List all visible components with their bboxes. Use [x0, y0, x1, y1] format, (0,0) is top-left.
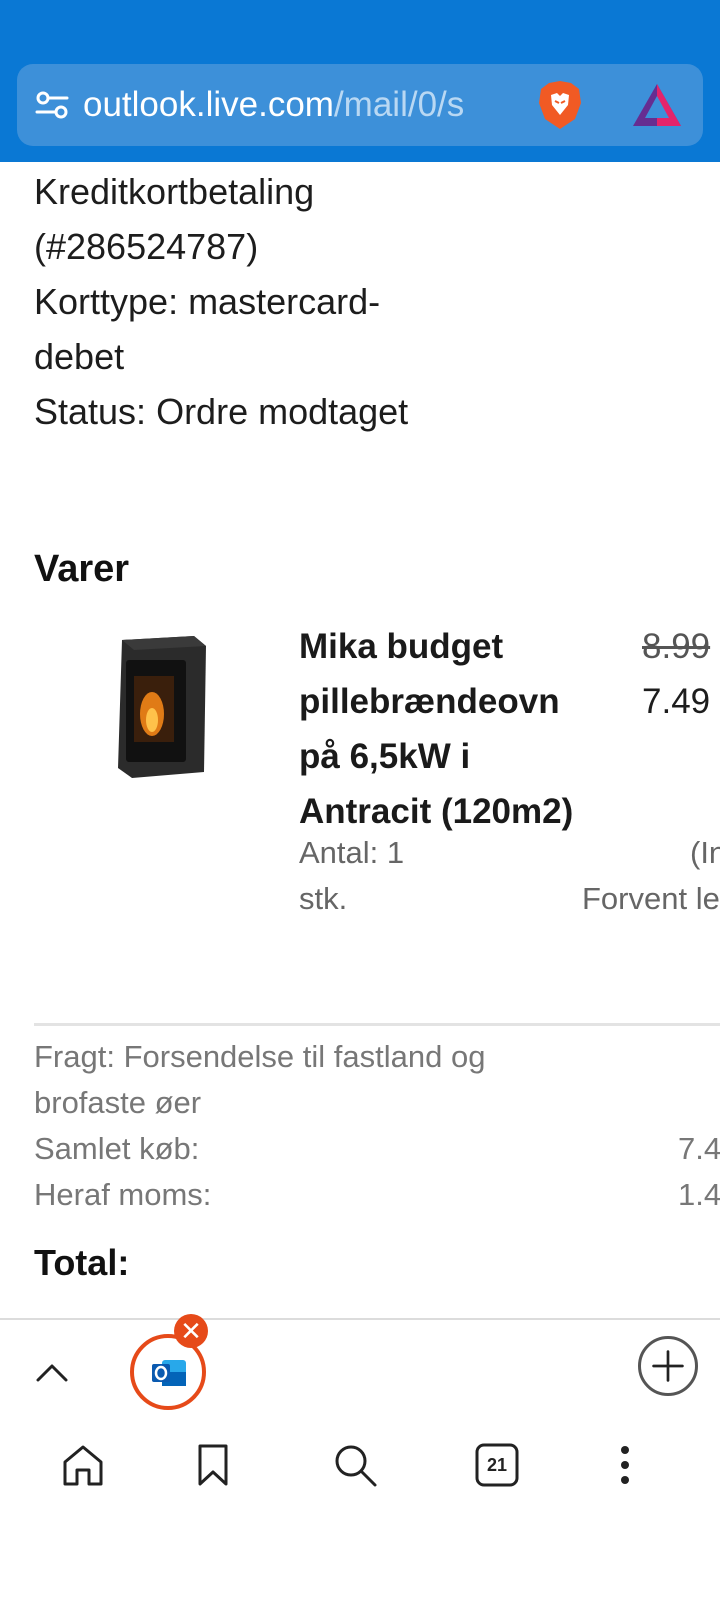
shipping-line: brofaste øer: [34, 1085, 202, 1120]
quantity-line: stk.: [299, 881, 348, 916]
browser-bottom-bar: ✕ 21: [0, 1314, 720, 1602]
product-name-line: på 6,5kW i: [299, 737, 471, 776]
payment-reference: (#286524787): [34, 226, 259, 267]
address-bar[interactable]: outlook.live.com/mail/0/s: [17, 64, 703, 146]
product-name[interactable]: Mika budget pillebrændeovn på 6,5kW i An…: [299, 619, 629, 839]
payment-method: Kreditkortbetaling: [34, 171, 315, 212]
quantity: Antal: 1 stk.: [299, 830, 449, 922]
more-icon[interactable]: [602, 1442, 648, 1488]
browser-toolbar: outlook.live.com/mail/0/s: [0, 0, 720, 162]
url-host: outlook.live.com: [83, 85, 334, 124]
tabs-icon[interactable]: 21: [474, 1442, 520, 1488]
total-purchase-label: Samlet køb:: [34, 1131, 200, 1166]
tab-count: 21: [486, 1455, 508, 1475]
card-type: Korttype: mastercard-: [34, 281, 381, 322]
expected-delivery: Forvent le: [582, 881, 720, 916]
quantity-line: Antal: 1: [299, 835, 405, 870]
payment-info: Kreditkortbetaling (#286524787) Korttype…: [34, 164, 474, 439]
total-label: Total:: [34, 1242, 130, 1283]
home-icon[interactable]: [60, 1442, 106, 1488]
url-text[interactable]: outlook.live.com/mail/0/s: [83, 82, 529, 128]
divider: [34, 1023, 720, 1026]
product-name-line: pillebrændeovn: [299, 682, 560, 721]
vat-value: 1.4: [678, 1177, 720, 1212]
original-price: 8.99: [642, 627, 711, 666]
chevron-up-icon[interactable]: [30, 1350, 74, 1394]
card-type-cont: debet: [34, 336, 125, 377]
url-path: /mail/0/s: [333, 85, 465, 124]
close-icon[interactable]: ✕: [174, 1314, 208, 1348]
brave-rewards-icon[interactable]: [631, 82, 683, 128]
shipping-info: Fragt: Forsendelse til fastland og brofa…: [34, 1034, 554, 1126]
total-purchase-value: 7.4: [678, 1131, 720, 1166]
outlook-icon: [152, 1360, 186, 1386]
bookmark-icon[interactable]: [190, 1442, 236, 1488]
product-name-line: Mika budget: [299, 627, 504, 666]
items-heading: Varer: [34, 548, 130, 590]
email-body: Kreditkortbetaling (#286524787) Korttype…: [0, 162, 720, 1318]
price-incl-note: (In: [690, 835, 720, 870]
search-icon[interactable]: [332, 1442, 378, 1488]
order-status: Status: Ordre modtaget: [34, 391, 409, 432]
plus-icon[interactable]: [638, 1336, 698, 1396]
vat-label: Heraf moms:: [34, 1177, 212, 1212]
brave-shields-icon[interactable]: [535, 79, 585, 131]
shipping-line: Fragt: Forsendelse til fastland og: [34, 1039, 486, 1074]
sale-price: 7.49: [642, 682, 711, 721]
site-settings-icon[interactable]: [35, 90, 69, 120]
stove-product-image[interactable]: [112, 632, 212, 782]
